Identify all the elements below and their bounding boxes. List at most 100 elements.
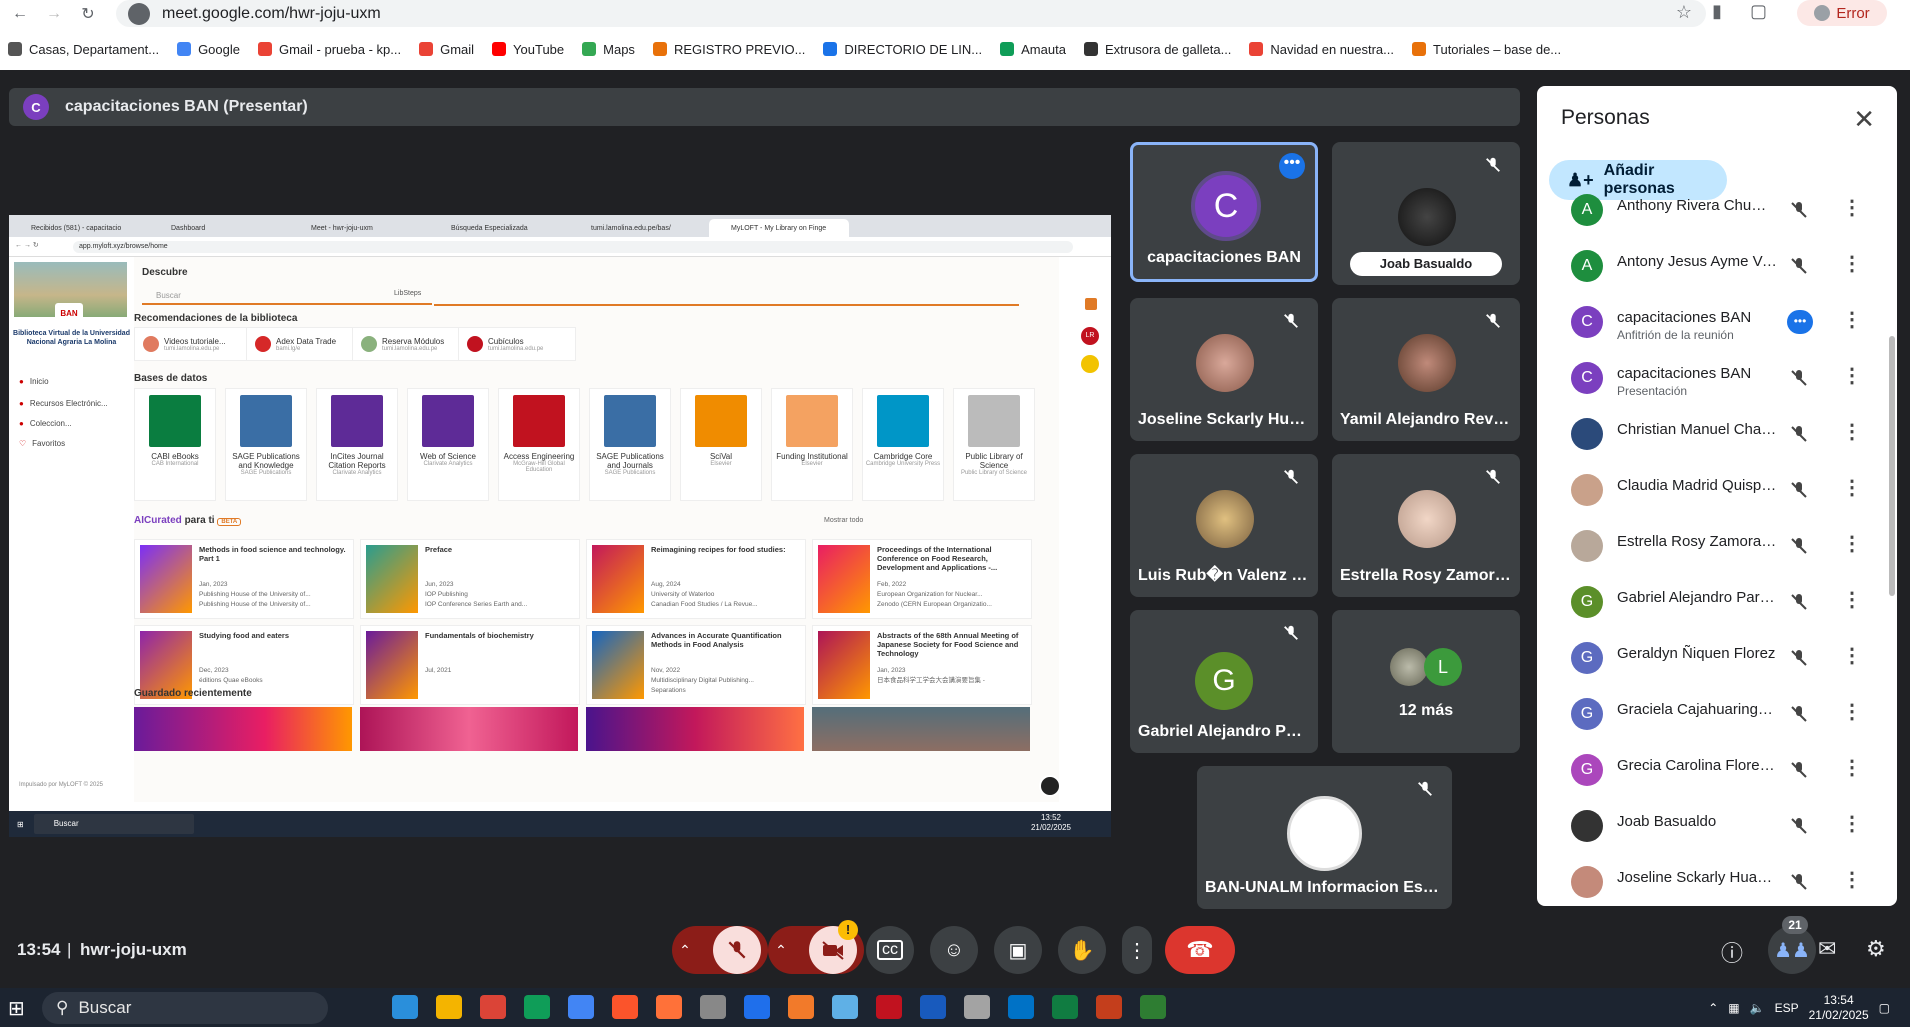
person-row[interactable]: G Graciela Cajahuaringa ... ⋮	[1537, 690, 1897, 740]
chat-bubble-icon[interactable]	[1039, 775, 1061, 797]
calculator-icon[interactable]	[700, 995, 726, 1019]
person-row[interactable]: G Grecia Carolina Flores B... ⋮	[1537, 746, 1897, 796]
person-row[interactable]: Christian Manuel Chanc... ⋮	[1537, 410, 1897, 460]
curated-card[interactable]: Fundamentals of biochemistry Jul, 2021	[360, 625, 580, 705]
person-row[interactable]: A Anthony Rivera Chumpi... ⋮	[1537, 186, 1897, 236]
outlook-icon[interactable]	[1008, 995, 1034, 1019]
more-vert-icon[interactable]: ⋮	[1842, 478, 1862, 498]
more-vert-icon[interactable]: ⋮	[1842, 310, 1862, 330]
recommendation-card[interactable]: Reserva Módulos tumi.lamolina.edu.pe	[352, 327, 470, 361]
more-vert-icon[interactable]: ⋮	[1842, 870, 1862, 890]
file-explorer-icon[interactable]	[436, 995, 462, 1019]
chrome-icon[interactable]	[480, 995, 506, 1019]
database-card[interactable]: InCites Journal Citation Reports Clarivat…	[316, 388, 398, 501]
person-row[interactable]: A Antony Jesus Ayme Ven... ⋮	[1537, 242, 1897, 292]
captions-button[interactable]: cc	[866, 926, 914, 974]
saved-thumb[interactable]	[134, 707, 352, 751]
app-icon[interactable]	[744, 995, 770, 1019]
more-participants-tile[interactable]: L 12 más	[1332, 610, 1520, 753]
person-row[interactable]: G Gabriel Alejandro Pardo... ⋮	[1537, 578, 1897, 628]
shared-search-input[interactable]: Buscar	[142, 289, 432, 305]
camera-options-chevron-icon[interactable]: ⌃	[775, 942, 787, 959]
recommendation-card[interactable]: Cubículos tumi.lamolina.edu.pe	[458, 327, 576, 361]
site-info-icon[interactable]	[128, 2, 150, 25]
brave-icon[interactable]	[612, 995, 638, 1019]
curated-card[interactable]: Methods in food science and technology. …	[134, 539, 354, 619]
bookmark-item[interactable]: DIRECTORIO DE LIN...	[823, 42, 982, 57]
database-card[interactable]: Public Library of Science Public Library …	[953, 388, 1035, 501]
store-icon[interactable]	[568, 995, 594, 1019]
person-row[interactable]: Joseline Sckarly Huapa... ⋮	[1537, 858, 1897, 906]
recommendation-card[interactable]: Videos tutoriale... tumi.lamolina.edu.pe	[134, 327, 252, 361]
person-row[interactable]: Ccapacitaciones BAN Anfitrión de la reuni…	[1537, 298, 1897, 348]
curated-card[interactable]: Reimagining recipes for food studies: Aug…	[586, 539, 806, 619]
more-vert-icon[interactable]: ⋮	[1842, 422, 1862, 442]
taskbar-clock[interactable]: 13:54 21/02/2025	[1809, 993, 1869, 1023]
database-card[interactable]: SAGE Publications and Journals SAGE Publi…	[589, 388, 671, 501]
taskbar-search[interactable]: ⚲ Buscar	[42, 992, 328, 1024]
curated-card[interactable]: Abstracts of the 68th Annual Meeting of …	[812, 625, 1032, 705]
more-options-button[interactable]: ⋮	[1122, 926, 1152, 974]
app-icon[interactable]	[832, 995, 858, 1019]
lr-badge-icon[interactable]: LR	[1081, 327, 1099, 345]
bookmark-item[interactable]: Maps	[582, 42, 635, 57]
nav-colecciones[interactable]: ● Coleccion...	[19, 419, 72, 428]
database-card[interactable]: Access Engineering McGraw-Hill Global Edu…	[498, 388, 580, 501]
person-row[interactable]: Ccapacitaciones BAN Presentación ⋮	[1537, 354, 1897, 404]
bookmark-item[interactable]: Tutoriales – base de...	[1412, 42, 1561, 57]
mic-options-chevron-icon[interactable]: ⌃	[679, 942, 691, 959]
nav-inicio[interactable]: ● Inicio	[19, 377, 49, 386]
forward-arrow-icon[interactable]: →	[40, 2, 68, 26]
person-row[interactable]: Joab Basualdo ⋮	[1537, 802, 1897, 852]
leave-call-button[interactable]: ☎	[1165, 926, 1235, 974]
participant-tile[interactable]: Joab Basualdo	[1332, 142, 1520, 285]
recommendation-card[interactable]: Adex Data Trade bami.lg/e	[246, 327, 364, 361]
bookmark-item[interactable]: YouTube	[492, 42, 564, 57]
reload-icon[interactable]: ↻	[74, 2, 102, 26]
participant-tile[interactable]: Joseline Sckarly Huap...	[1130, 298, 1318, 441]
bookmark-star-icon[interactable]: ☆	[1676, 2, 1692, 23]
participant-tile[interactable]: Yamil Alejandro Revill...	[1332, 298, 1520, 441]
saved-thumb[interactable]	[360, 707, 578, 751]
extensions-puzzle-icon[interactable]: ▢	[1750, 1, 1767, 22]
windows-start-icon[interactable]: ⊞	[8, 996, 25, 1021]
app-icon[interactable]	[1140, 995, 1166, 1019]
database-card[interactable]: Funding Institutional Elsevier	[771, 388, 853, 501]
activities-icon[interactable]: ⚙	[1866, 936, 1886, 962]
excel-icon[interactable]	[1052, 995, 1078, 1019]
firefox-icon[interactable]	[656, 995, 682, 1019]
more-vert-icon[interactable]: ⋮	[1842, 534, 1862, 554]
more-vert-icon[interactable]: ⋮	[1842, 758, 1862, 778]
volume-icon[interactable]: 🔈	[1750, 1001, 1765, 1015]
curated-card[interactable]: Proceedings of the International Confere…	[812, 539, 1032, 619]
participant-tile[interactable]: Estrella Rosy Zamora ...	[1332, 454, 1520, 597]
show-all-link[interactable]: Mostrar todo	[824, 517, 863, 524]
database-card[interactable]: Cambridge Core Cambridge University Press	[862, 388, 944, 501]
app-icon[interactable]	[876, 995, 902, 1019]
address-bar[interactable]: meet.google.com/hwr-joju-uxm ☆	[116, 0, 1706, 27]
database-card[interactable]: CABI eBooks CAB International	[134, 388, 216, 501]
notifications-icon[interactable]: ▢	[1879, 1001, 1890, 1015]
participant-tile[interactable]: Luis Rub�n Valenz Ca...	[1130, 454, 1318, 597]
saved-thumb[interactable]	[586, 707, 804, 751]
bookmark-item[interactable]: Gmail - prueba - kp...	[257, 42, 401, 57]
nav-recursos[interactable]: ● Recursos Electrónic...	[19, 399, 108, 408]
word-icon[interactable]	[920, 995, 946, 1019]
bookmark-item[interactable]: Google	[177, 42, 240, 57]
profile-error-button[interactable]: Error	[1797, 0, 1887, 26]
close-icon[interactable]: ✕	[1853, 104, 1875, 135]
present-button[interactable]: ▣	[994, 926, 1042, 974]
more-vert-icon[interactable]: ⋮	[1842, 198, 1862, 218]
bookmark-item[interactable]: Gmail	[419, 42, 474, 57]
bookmark-item[interactable]: Extrusora de galleta...	[1083, 42, 1231, 57]
edge-icon[interactable]	[524, 995, 550, 1019]
person-row[interactable]: Estrella Rosy Zamora C... ⋮	[1537, 522, 1897, 572]
emoji-button[interactable]: ☺	[930, 926, 978, 974]
bookmark-ribbon-icon[interactable]	[1085, 298, 1097, 310]
people-scrollbar[interactable]	[1889, 336, 1895, 596]
database-card[interactable]: Web of Science Clarivate Analytics	[407, 388, 489, 501]
bookmark-item[interactable]: Amauta	[1000, 42, 1066, 57]
copilot-icon[interactable]	[392, 995, 418, 1019]
more-vert-icon[interactable]: ⋮	[1842, 254, 1862, 274]
bookmark-item[interactable]: Navidad en nuestra...	[1249, 42, 1394, 57]
